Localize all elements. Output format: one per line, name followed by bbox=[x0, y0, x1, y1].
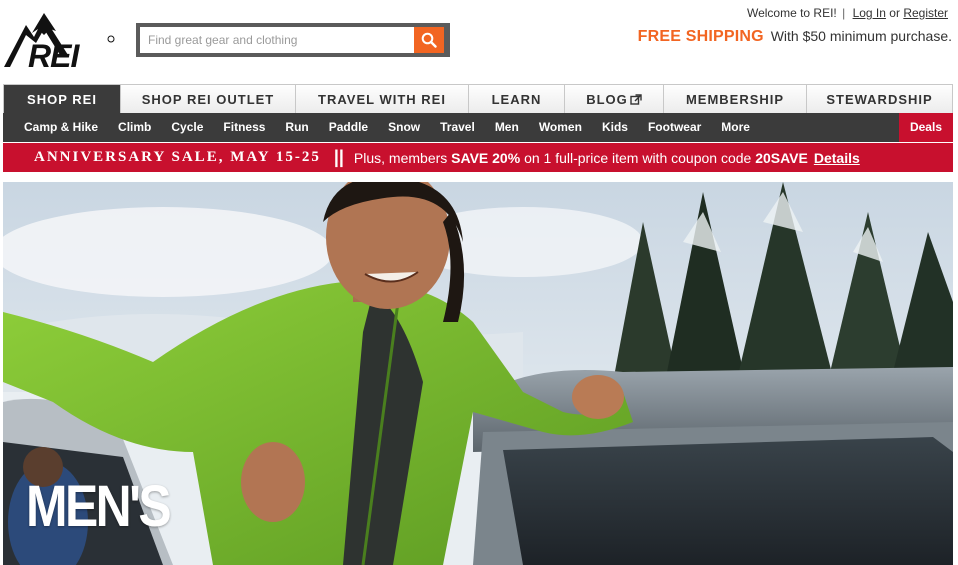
tab-label: SHOP REI OUTLET bbox=[141, 91, 275, 107]
category-camp-hike[interactable]: Camp & Hike bbox=[3, 113, 108, 142]
tab-shop-rei-outlet[interactable]: SHOP REI OUTLET bbox=[121, 85, 296, 113]
site-header: REI Welcome to REI! | Log In or Register… bbox=[0, 0, 958, 84]
promo-message: Plus, members SAVE 20% on 1 full-price i… bbox=[354, 150, 808, 166]
category-snow[interactable]: Snow bbox=[378, 113, 430, 142]
promo-divider: || bbox=[333, 147, 344, 167]
sale-headline: ANNIVERSARY SALE, MAY 15-25 bbox=[34, 149, 321, 165]
category-paddle[interactable]: Paddle bbox=[319, 113, 378, 142]
main-nav: SHOP REI SHOP REI OUTLET TRAVEL WITH REI… bbox=[3, 84, 953, 113]
register-link[interactable]: Register bbox=[903, 6, 948, 20]
tab-label: SHOP REI bbox=[27, 91, 97, 107]
tab-label: LEARN bbox=[491, 91, 542, 107]
category-footwear[interactable]: Footwear bbox=[638, 113, 711, 142]
tab-label: STEWARDSHIP bbox=[826, 91, 933, 107]
welcome-separator: | bbox=[842, 6, 846, 20]
welcome-text: Welcome to REI! bbox=[746, 6, 837, 20]
tab-learn[interactable]: LEARN bbox=[469, 85, 565, 113]
category-nav: Camp & Hike Climb Cycle Fitness Run Padd… bbox=[3, 113, 953, 142]
tab-membership[interactable]: MEMBERSHIP bbox=[664, 85, 807, 113]
category-run[interactable]: Run bbox=[275, 113, 318, 142]
external-link-icon bbox=[630, 93, 642, 105]
category-cycle[interactable]: Cycle bbox=[161, 113, 213, 142]
tab-label: TRAVEL WITH REI bbox=[318, 91, 446, 107]
account-links: Welcome to REI! | Log In or Register bbox=[747, 6, 948, 20]
category-climb[interactable]: Climb bbox=[108, 113, 161, 142]
promo-msg-bold: SAVE 20% bbox=[451, 149, 521, 166]
tab-shop-rei[interactable]: SHOP REI bbox=[4, 85, 121, 113]
tab-label: MEMBERSHIP bbox=[685, 91, 785, 107]
search-bar bbox=[136, 23, 450, 57]
free-shipping-banner[interactable]: FREE SHIPPING With $50 minimum purchase. bbox=[638, 28, 952, 46]
hero-banner[interactable]: MEN'S bbox=[3, 182, 953, 565]
category-women[interactable]: Women bbox=[529, 113, 592, 142]
tab-travel-with-rei[interactable]: TRAVEL WITH REI bbox=[296, 85, 469, 113]
tab-blog[interactable]: BLOG bbox=[565, 85, 664, 113]
rei-logo[interactable]: REI bbox=[4, 11, 116, 74]
search-input[interactable] bbox=[140, 27, 414, 53]
category-men[interactable]: Men bbox=[485, 113, 529, 142]
logo-text: REI bbox=[28, 38, 80, 69]
category-kids[interactable]: Kids bbox=[592, 113, 638, 142]
or-text: or bbox=[889, 6, 900, 20]
category-fitness[interactable]: Fitness bbox=[213, 113, 275, 142]
login-link[interactable]: Log In bbox=[853, 6, 886, 20]
promo-msg-mid: on 1 full-price item with coupon code bbox=[524, 149, 752, 166]
promo-details-link[interactable]: Details bbox=[814, 150, 860, 166]
tab-label: BLOG bbox=[586, 91, 628, 107]
deals-link[interactable]: Deals bbox=[898, 113, 953, 142]
category-more[interactable]: More bbox=[711, 113, 760, 142]
promo-banner: ANNIVERSARY SALE, MAY 15-25 || Plus, mem… bbox=[3, 143, 953, 172]
search-icon bbox=[421, 32, 437, 48]
free-shipping-detail: With $50 minimum purchase. bbox=[770, 28, 952, 44]
free-shipping-label: FREE SHIPPING bbox=[637, 28, 764, 45]
promo-msg-pre: Plus, members bbox=[353, 149, 448, 166]
tab-stewardship[interactable]: STEWARDSHIP bbox=[807, 85, 952, 113]
search-button[interactable] bbox=[414, 27, 444, 53]
category-travel[interactable]: Travel bbox=[430, 113, 485, 142]
coupon-code: 20SAVE bbox=[755, 149, 808, 166]
hero-title: MEN'S bbox=[26, 474, 172, 539]
